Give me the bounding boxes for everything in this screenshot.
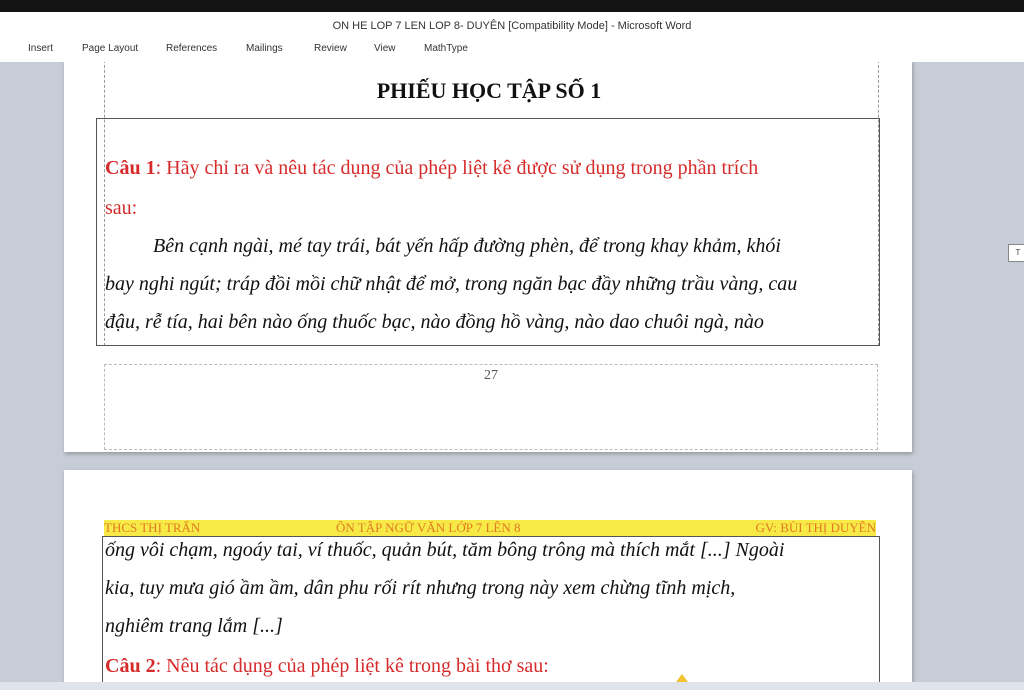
question-2-line: Câu 2: Nêu tác dụng của phép liệt kê tro… bbox=[105, 655, 549, 678]
question-1-text: : Hãy chỉ ra và nêu tác dụng của phép li… bbox=[155, 157, 759, 179]
document-page-27[interactable]: PHIẾU HỌC TẬP SỐ 1 Câu 1: Hãy chỉ ra và … bbox=[64, 62, 912, 452]
page-footer: 27 bbox=[104, 364, 878, 450]
ribbon-tabs: Insert Page Layout References Mailings R… bbox=[0, 40, 1024, 63]
passage-line: nghiêm trang lắm [...] bbox=[105, 615, 283, 637]
question-2-label: Câu 2 bbox=[105, 655, 156, 677]
document-area[interactable]: PHIẾU HỌC TẬP SỐ 1 Câu 1: Hãy chỉ ra và … bbox=[0, 62, 1024, 682]
question-2-text: : Nêu tác dụng của phép liệt kê trong bà… bbox=[155, 655, 549, 677]
screen-top-bar bbox=[0, 0, 1024, 12]
question-1-line: Câu 1: Hãy chỉ ra và nêu tác dụng của ph… bbox=[105, 157, 758, 180]
tab-mailings[interactable]: Mailings bbox=[246, 43, 283, 54]
passage-line: Bên cạnh ngài, mé tay trái, bát yến hấp … bbox=[153, 235, 781, 257]
header-course: ÔN TẬP NGỮ VĂN LỚP 7 LÊN 8 bbox=[336, 520, 521, 535]
header-school: THCS THỊ TRẤN bbox=[104, 520, 201, 535]
header-teacher: GV: BÙI THỊ DUYÊN bbox=[755, 520, 876, 535]
question-text-box[interactable]: ống vôi chạm, ngoáy tai, ví thuốc, quản … bbox=[102, 536, 880, 682]
tab-references[interactable]: References bbox=[166, 43, 217, 54]
document-page-28[interactable]: THCS THỊ TRẤN ÔN TẬP NGỮ VĂN LỚP 7 LÊN 8… bbox=[64, 470, 912, 682]
page-header: THCS THỊ TRẤN ÔN TẬP NGỮ VĂN LỚP 7 LÊN 8… bbox=[104, 520, 876, 536]
tab-insert[interactable]: Insert bbox=[28, 43, 53, 54]
tab-view[interactable]: View bbox=[374, 43, 396, 54]
question-text-box[interactable]: Câu 1: Hãy chỉ ra và nêu tác dụng của ph… bbox=[96, 118, 880, 346]
passage-line: đậu, rễ tía, hai bên nào ống thuốc bạc, … bbox=[105, 311, 764, 333]
page-number: 27 bbox=[484, 368, 498, 383]
status-bar bbox=[0, 682, 1024, 690]
question-1-label: Câu 1 bbox=[105, 157, 156, 179]
tab-page-layout[interactable]: Page Layout bbox=[82, 43, 138, 54]
passage-line: kia, tuy mưa gió ầm ầm, dân phu rối rít … bbox=[105, 577, 736, 599]
tab-review[interactable]: Review bbox=[314, 43, 347, 54]
window-titlebar: ON HE LOP 7 LEN LOP 8- DUYÊN [Compatibil… bbox=[0, 12, 1024, 40]
passage-line: bay nghi ngút; tráp đồi mồi chữ nhật để … bbox=[105, 273, 798, 295]
question-1-continuation: sau: bbox=[105, 197, 138, 219]
side-tooltip-box: T bbox=[1008, 244, 1024, 262]
passage-line: ống vôi chạm, ngoáy tai, ví thuốc, quản … bbox=[105, 539, 785, 561]
worksheet-heading: PHIẾU HỌC TẬP SỐ 1 bbox=[376, 78, 602, 103]
tab-mathtype[interactable]: MathType bbox=[424, 43, 468, 54]
window-title: ON HE LOP 7 LEN LOP 8- DUYÊN [Compatibil… bbox=[332, 20, 692, 32]
